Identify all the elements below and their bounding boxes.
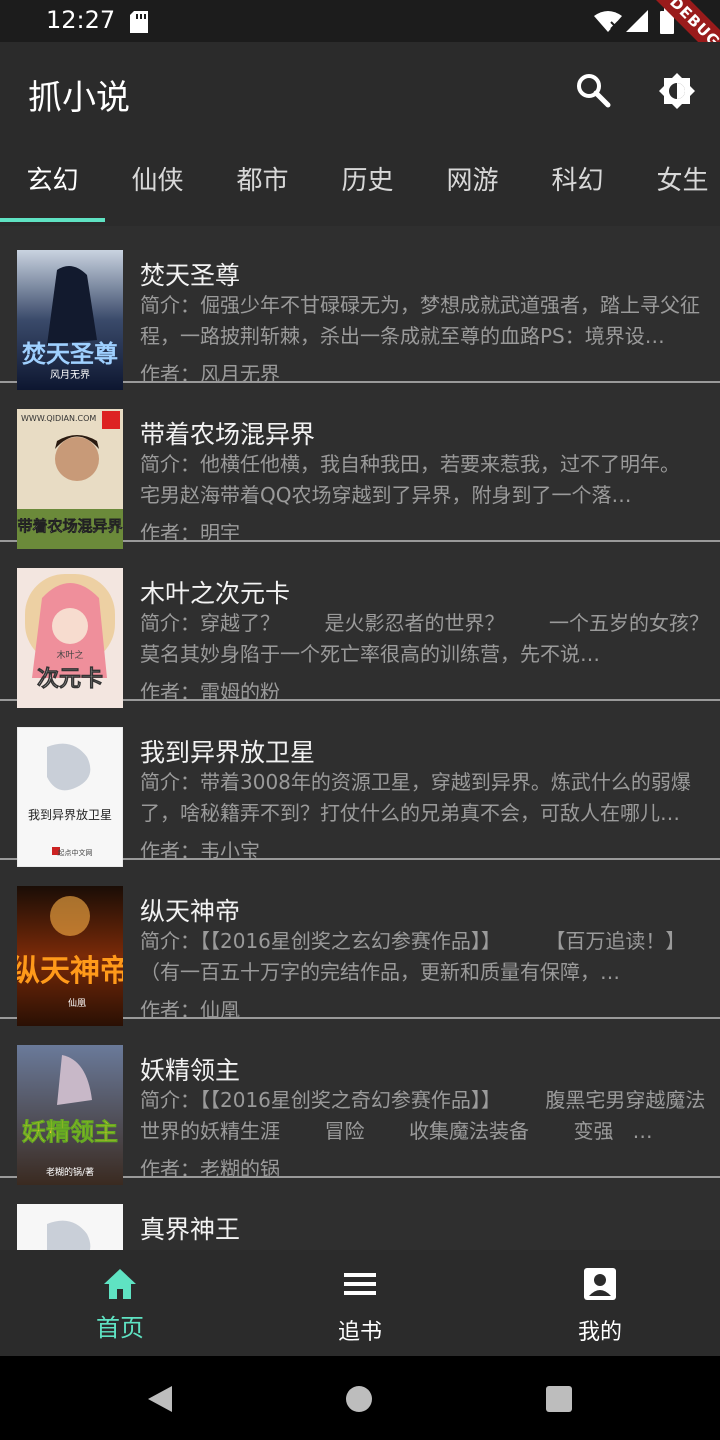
book-cover-title: 带着农场混异界: [17, 517, 122, 535]
book-cover-author: 仙凰: [68, 997, 86, 1009]
book-title: 我到异界放卫星: [140, 738, 316, 767]
book-intro: 简介：【【2016星创奖之奇幻参赛作品】】 腹黑宅男穿越魔法世界的妖精生涯 冒险…: [140, 1088, 706, 1143]
nav-home[interactable]: 首页: [0, 1250, 240, 1356]
book-cover-image: WWW.QIDIAN.COM 带着农场混异界: [17, 409, 123, 549]
recents-icon[interactable]: [546, 1386, 572, 1412]
nav-follow-label: 追书: [337, 1320, 382, 1345]
book-author: 作者：雷姆的粉: [140, 680, 280, 704]
book-cover-title: 焚天圣尊: [22, 340, 118, 368]
book-author: 作者：仙凰: [140, 998, 240, 1022]
book-author: 作者：明宇: [140, 521, 240, 545]
nav-home-label: 首页: [96, 1314, 144, 1342]
book-title: 纵天神帝: [140, 897, 241, 926]
book-cover-image: 我到异界放卫星 起点中文网: [17, 727, 123, 867]
book-cover-publisher: 起点中文网: [58, 848, 93, 857]
tab-indicator: [0, 218, 105, 222]
book-intro: 简介：倔强少年不甘碌碌无为，梦想成就武道强者，踏上寻父征程，一路披荆斩棘，杀出一…: [140, 293, 700, 348]
tab-xianxia[interactable]: 仙侠: [105, 142, 210, 220]
book-intro: 简介：【【2016星创奖之玄幻参赛作品】】 【百万追读！】（有一百五十万字的完结…: [140, 929, 686, 984]
book-cover-image: 纵天神帝 仙凰: [17, 886, 123, 1026]
tab-wangyou[interactable]: 网游: [420, 142, 525, 220]
book-title: 真界神王: [140, 1215, 241, 1244]
tab-kehuan[interactable]: 科幻: [525, 142, 630, 220]
list-icon: [344, 1273, 376, 1295]
book-cover-title: 我到异界放卫星: [28, 807, 112, 822]
system-navigation-bar: [0, 1356, 720, 1440]
book-list-item[interactable]: 纵天神帝 仙凰 纵天神帝 简介：【【2016星创奖之玄幻参赛作品】】 【百万追读…: [0, 862, 720, 1026]
book-cover-sub: 木叶之: [56, 649, 83, 661]
bottom-navigation: 首页 追书 我的: [0, 1250, 720, 1356]
book-title: 焚天圣尊: [140, 261, 241, 290]
wifi-icon: [594, 11, 622, 32]
book-intro: 简介：带着3008年的资源卫星，穿越到异界。炼武什么的弱爆了，啥秘籍弄不到？打仗…: [140, 770, 691, 825]
nav-mine[interactable]: 我的: [480, 1250, 720, 1356]
book-cover-image: 焚天圣尊 风月无界: [17, 250, 123, 390]
app-title: 抓小说: [28, 78, 130, 118]
book-list-item[interactable]: 我到异界放卫星 起点中文网 我到异界放卫星 简介：带着3008年的资源卫星，穿越…: [0, 703, 720, 867]
system-home-icon[interactable]: [346, 1386, 372, 1412]
back-icon[interactable]: [146, 1384, 174, 1414]
book-title: 妖精领主: [140, 1056, 241, 1085]
book-cover-image: 木叶之 次元卡: [17, 568, 123, 708]
tab-lishi[interactable]: 历史: [315, 142, 420, 220]
brightness-icon[interactable]: [658, 72, 696, 110]
book-intro: 简介：穿越了？ 是火影忍者的世界？ 一个五岁的女孩？ 莫名其妙身陷于一个死亡率很…: [140, 611, 710, 666]
signal-icon: [626, 10, 648, 32]
book-author: 作者：韦小宝: [140, 839, 260, 863]
book-cover-site: WWW.QIDIAN.COM: [21, 414, 96, 423]
app-bar: 抓小说 玄幻 仙侠 都市 历史 网游 科幻 女生: [0, 42, 720, 226]
status-time: 12:27: [46, 6, 116, 34]
book-title: 木叶之次元卡: [140, 579, 291, 608]
sd-card-icon: [130, 11, 148, 33]
tab-nvsheng[interactable]: 女生: [630, 142, 720, 220]
book-cover-title: 纵天神帝: [17, 954, 123, 989]
book-title: 带着农场混异界: [140, 420, 316, 449]
tab-dushi[interactable]: 都市: [210, 142, 315, 220]
category-tabs: 玄幻 仙侠 都市 历史 网游 科幻 女生: [0, 142, 720, 226]
home-icon: [104, 1269, 136, 1299]
book-cover-author: 老糊的锅/著: [46, 1166, 94, 1178]
book-cover-image: 妖精领主 老糊的锅/著: [17, 1045, 123, 1185]
book-cover-title: 妖精领主: [22, 1118, 118, 1146]
book-author: 作者：风月无界: [140, 362, 280, 386]
book-list-item[interactable]: 焚天圣尊 风月无界 焚天圣尊 简介：倔强少年不甘碌碌无为，梦想成就武道强者，踏上…: [0, 226, 720, 390]
book-cover-author: 风月无界: [50, 369, 90, 381]
status-bar: 12:27 DEBUG: [0, 0, 720, 84]
book-author: 作者：老糊的锅: [140, 1157, 280, 1181]
search-icon[interactable]: [575, 72, 611, 108]
tab-xuanhuan[interactable]: 玄幻: [0, 142, 105, 220]
book-cover-image: [17, 1204, 123, 1250]
nav-mine-label: 我的: [577, 1320, 622, 1345]
book-cover-title: 次元卡: [37, 666, 103, 692]
book-intro: 简介：他横任他横，我自种我田，若要来惹我，过不了明年。 宅男赵海带着QQ农场穿越…: [140, 452, 706, 507]
book-list[interactable]: 焚天圣尊 风月无界 焚天圣尊 简介：倔强少年不甘碌碌无为，梦想成就武道强者，踏上…: [0, 226, 720, 1250]
account-icon: [584, 1268, 616, 1300]
nav-follow[interactable]: 追书: [240, 1250, 480, 1356]
book-list-item[interactable]: WWW.QIDIAN.COM 带着农场混异界 带着农场混异界 简介：他横任他横，…: [0, 385, 720, 549]
book-list-item[interactable]: 木叶之 次元卡 木叶之次元卡 简介：穿越了？ 是火影忍者的世界？ 一个五岁的女孩…: [0, 544, 720, 708]
book-list-item[interactable]: 真界神王: [0, 1180, 720, 1250]
book-list-item[interactable]: 妖精领主 老糊的锅/著 妖精领主 简介：【【2016星创奖之奇幻参赛作品】】 腹…: [0, 1021, 720, 1185]
